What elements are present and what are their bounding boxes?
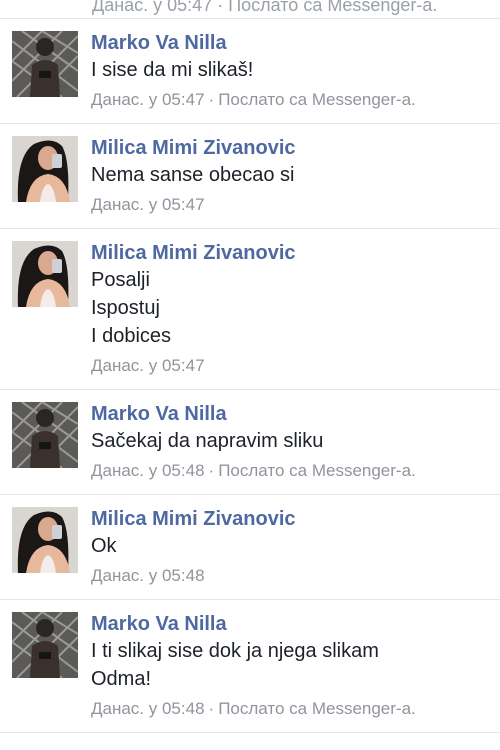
message-body: Milica Mimi Zivanovic Posalji Ispostuj I do… [91, 239, 500, 379]
sender-avatar-female[interactable] [12, 136, 78, 202]
message-item: Milica Mimi Zivanovic Nema sanse obecao s… [0, 124, 500, 229]
message-timestamp[interactable]: Данас. у 05:47 [91, 195, 205, 214]
message-item: Milica Mimi Zivanovic Ok Данас. у 05:48 [0, 495, 500, 600]
message-item: Marko Va Nilla I ti slikaj sise dok ja nj… [0, 600, 500, 733]
meta-separator: · [208, 90, 215, 109]
message-body: Marko Va Nilla I sise da mi slikaš! Данас.… [91, 29, 500, 113]
message-text: I dobices [91, 325, 172, 347]
sender-avatar-male[interactable] [12, 402, 78, 468]
message-body: Marko Va Nilla I ti slikaj sise dok ja nj… [91, 610, 500, 722]
message-text: Odma! [91, 668, 152, 690]
sender-avatar-female[interactable] [12, 241, 78, 307]
message-timestamp[interactable]: Данас. у 05:48 [91, 699, 205, 718]
message-text: Sačekaj da napravim sliku [91, 430, 324, 452]
message-text: I ti slikaj sise dok ja njega slikam [91, 640, 379, 662]
message-meta: Данас. у 05:47 [91, 353, 500, 379]
message-text: Ok [91, 535, 117, 557]
sender-avatar-male[interactable] [12, 31, 78, 97]
sent-from-messenger-label: Послато са Messenger-а. [218, 699, 416, 718]
message-thread: Данас. у 05:47 · Послато са Messenger-а.… [0, 0, 500, 750]
sender-name[interactable]: Milica Mimi Zivanovic [91, 506, 500, 532]
message-body: Marko Va Nilla Sačekaj da napravim sliku Д… [91, 400, 500, 484]
sender-name[interactable]: Milica Mimi Zivanovic [91, 240, 500, 266]
message-text: Nema sanse obecao si [91, 164, 295, 186]
message-list: Marko Va Nilla I sise da mi slikaš! Данас.… [0, 19, 500, 733]
message-text: Posalji [91, 269, 150, 291]
message-meta: Данас. у 05:47 · Послато са Messenger-а. [92, 0, 438, 15]
message-body: Milica Mimi Zivanovic Ok Данас. у 05:48 [91, 505, 500, 589]
sender-avatar-female[interactable] [12, 507, 78, 573]
sender-name[interactable]: Marko Va Nilla [91, 401, 500, 427]
message-item: Marko Va Nilla I sise da mi slikaš! Данас.… [0, 19, 500, 124]
sender-name[interactable]: Marko Va Nilla [91, 611, 500, 637]
message-timestamp[interactable]: Данас. у 05:47 [91, 356, 205, 375]
message-text: I sise da mi slikaš! [91, 59, 254, 81]
sent-from-messenger-label: Послато са Messenger-а. [218, 90, 416, 109]
sender-name[interactable]: Milica Mimi Zivanovic [91, 135, 500, 161]
message-timestamp[interactable]: Данас. у 05:47 [91, 90, 205, 109]
meta-separator: · [208, 699, 215, 718]
message-item: Milica Mimi Zivanovic Posalji Ispostuj I do… [0, 229, 500, 390]
sender-avatar-male[interactable] [12, 612, 78, 678]
message-meta: Данас. у 05:47 · Послато са Messenger-а. [91, 87, 500, 113]
message-meta: Данас. у 05:48 · Послато са Messenger-а. [91, 696, 500, 722]
message-meta: Данас. у 05:47 [91, 192, 500, 218]
sender-name[interactable]: Marko Va Nilla [91, 30, 500, 56]
previous-message-partial: Данас. у 05:47 · Послато са Messenger-а. [0, 0, 500, 19]
message-body: Milica Mimi Zivanovic Nema sanse obecao s… [91, 134, 500, 218]
sent-from-messenger-label: Послато са Messenger-а. [218, 461, 416, 480]
meta-separator: · [208, 461, 215, 480]
message-item: Marko Va Nilla Sačekaj da napravim sliku Д… [0, 390, 500, 495]
message-text: Ispostuj [91, 297, 160, 319]
message-timestamp[interactable]: Данас. у 05:48 [91, 566, 205, 585]
message-meta: Данас. у 05:48 · Послато са Messenger-а. [91, 458, 500, 484]
message-timestamp[interactable]: Данас. у 05:48 [91, 461, 205, 480]
message-meta: Данас. у 05:48 [91, 563, 500, 589]
